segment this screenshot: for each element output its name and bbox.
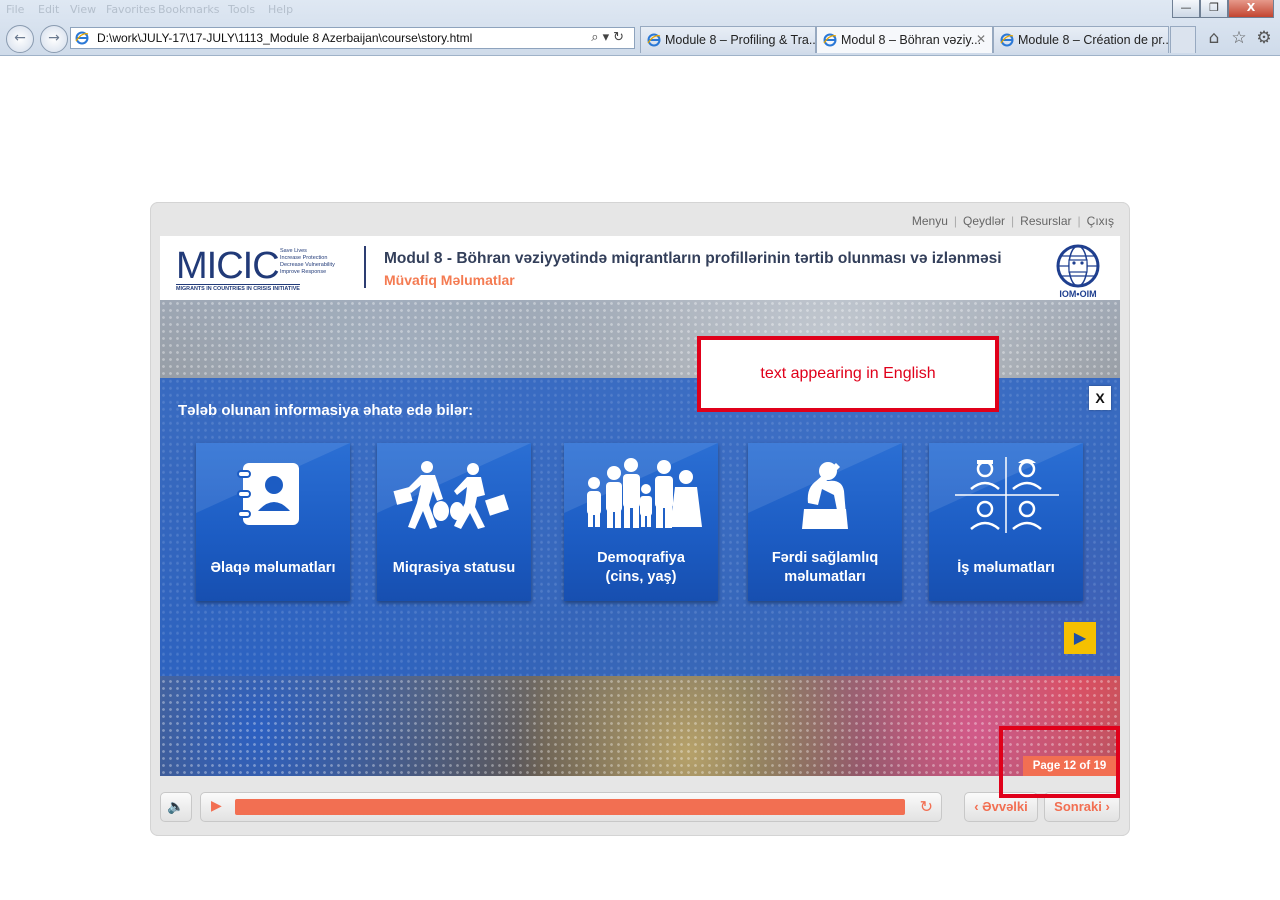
replay-icon[interactable]: ↻ <box>920 797 933 816</box>
browser-chrome: File Edit View Favorites Bookmarks Tools… <box>0 0 1280 56</box>
slide-header: MICIC Save Lives Increase Protection Dec… <box>160 236 1120 300</box>
tab-creation[interactable]: Module 8 – Création de pr... <box>993 26 1169 53</box>
menu-file[interactable]: File <box>6 3 24 16</box>
card-label: Demoqrafiya (cins, yaş) <box>597 550 685 585</box>
iom-logo: IOM•OIM <box>1050 242 1106 299</box>
back-arrow-icon: ← <box>14 30 26 46</box>
card-migration-status[interactable]: Miqrasiya statusu <box>377 443 531 601</box>
back-button[interactable]: ← <box>6 25 34 53</box>
card-label: İş məlumatları <box>957 559 1055 576</box>
tab-label: Module 8 – Profiling & Tra... <box>665 33 816 47</box>
close-window-button[interactable]: X <box>1228 0 1274 18</box>
migrants-walking-icon <box>393 461 509 529</box>
window-controls: — ❐ X <box>1172 0 1274 18</box>
slide-area: MICIC Save Lives Increase Protection Dec… <box>160 236 1120 776</box>
address-url: D:\work\JULY-17\17-JULY\1113_Module 8 Az… <box>97 31 473 45</box>
course-player: Menyu | Qeydlər | Resurslar | Çıxış MICIC Save… <box>150 202 1130 836</box>
contact-book-icon <box>237 463 299 525</box>
menu-view[interactable]: View <box>70 3 96 16</box>
favorites-star-icon[interactable]: ☆ <box>1229 28 1249 48</box>
menu-favorites[interactable]: Favorites <box>106 3 156 16</box>
annotation-box-page-indicator <box>999 726 1120 798</box>
overlay-title: Tələb olunan informasiya əhatə edə bilər… <box>178 402 474 419</box>
workers-grid-icon <box>955 457 1059 533</box>
tab-label: Module 8 – Création de pr... <box>1018 33 1169 47</box>
tab-profiling[interactable]: Module 8 – Profiling & Tra... <box>640 26 816 53</box>
card-label: Əlaqə məlumatları <box>210 559 336 576</box>
micic-logo: MICIC Save Lives Increase Protection Dec… <box>176 245 335 292</box>
info-overlay: Tələb olunan informasiya əhatə edə bilər… <box>160 378 1120 676</box>
menu-edit[interactable]: Edit <box>38 3 59 16</box>
resources-link[interactable]: Resurslar <box>1020 214 1071 228</box>
iom-globe-icon <box>1056 244 1100 288</box>
speaker-icon: 🔈 <box>167 799 185 815</box>
forward-button[interactable]: → <box>40 25 68 53</box>
gear-icon[interactable]: ⚙ <box>1254 28 1274 48</box>
dropdown-icon[interactable]: ▾ <box>603 30 614 45</box>
section-subtitle: Müvafiq Məlumatlar <box>384 272 515 288</box>
search-icon[interactable]: ⌕ <box>591 30 602 45</box>
ie-tab-icon <box>1000 33 1014 47</box>
forward-arrow-icon: → <box>48 30 60 46</box>
menu-bar: File Edit View Favorites Bookmarks Tools… <box>0 0 1280 20</box>
player-top-nav: Menyu | Qeydlər | Resurslar | Çıxış <box>911 214 1114 228</box>
header-separator <box>364 246 366 288</box>
ie-tab-icon <box>647 33 661 47</box>
restore-button[interactable]: ❐ <box>1200 0 1228 18</box>
family-group-icon <box>587 458 702 528</box>
seekbar-container: ▶ ↻ <box>200 792 942 822</box>
card-contact-info[interactable]: Əlaqə məlumatları <box>196 443 350 601</box>
triangle-right-icon: ▶ <box>1073 628 1087 647</box>
ie-page-icon <box>75 31 89 45</box>
exit-link[interactable]: Çıxış <box>1087 214 1114 228</box>
playbar: 🔈 ▶ ↻ ‹ Əvvəlki Sonraki › <box>160 792 1120 822</box>
minimize-button[interactable]: — <box>1172 0 1200 18</box>
home-icon[interactable]: ⌂ <box>1204 28 1224 48</box>
play-button[interactable]: ▶ <box>211 798 222 814</box>
new-tab-button[interactable] <box>1170 26 1196 53</box>
ie-tab-icon <box>823 33 837 47</box>
card-demography[interactable]: Demoqrafiya (cins, yaş) <box>564 443 718 601</box>
refresh-icon[interactable]: ↻ <box>613 30 628 45</box>
card-work-info[interactable]: İş məlumatları <box>929 443 1083 601</box>
menu-help[interactable]: Help <box>268 3 293 16</box>
annotation-text: text appearing in English <box>760 365 936 382</box>
tab-label: Modul 8 – Böhran vəziy... <box>841 33 982 47</box>
tab-bohran-active[interactable]: Modul 8 – Böhran vəziy... ✕ <box>816 26 993 53</box>
overlay-close-button[interactable]: X <box>1089 386 1111 410</box>
progress-bar[interactable] <box>235 799 905 815</box>
card-personal-health[interactable]: Fərdi sağlamlıq məlumatları <box>748 443 902 601</box>
card-label: Miqrasiya statusu <box>392 559 516 576</box>
menu-tools[interactable]: Tools <box>228 3 255 16</box>
address-bar[interactable]: D:\work\JULY-17\17-JULY\1113_Module 8 Az… <box>70 27 635 49</box>
notes-link[interactable]: Qeydlər <box>963 214 1005 228</box>
menu-bookmarks[interactable]: Bookmarks <box>158 3 219 16</box>
card-label: Fərdi sağlamlıq məlumatları <box>771 550 879 585</box>
module-title: Modul 8 - Böhran vəziyyətində miqrantlar… <box>384 250 1002 267</box>
progress-fill <box>235 799 905 815</box>
volume-button[interactable]: 🔈 <box>160 792 192 822</box>
overlay-next-button[interactable]: ▶ <box>1064 622 1096 654</box>
distressed-person-icon <box>802 462 848 529</box>
menu-link[interactable]: Menyu <box>912 214 948 228</box>
tab-close-icon[interactable]: ✕ <box>976 32 986 46</box>
annotation-callout: text appearing in English <box>697 336 999 412</box>
